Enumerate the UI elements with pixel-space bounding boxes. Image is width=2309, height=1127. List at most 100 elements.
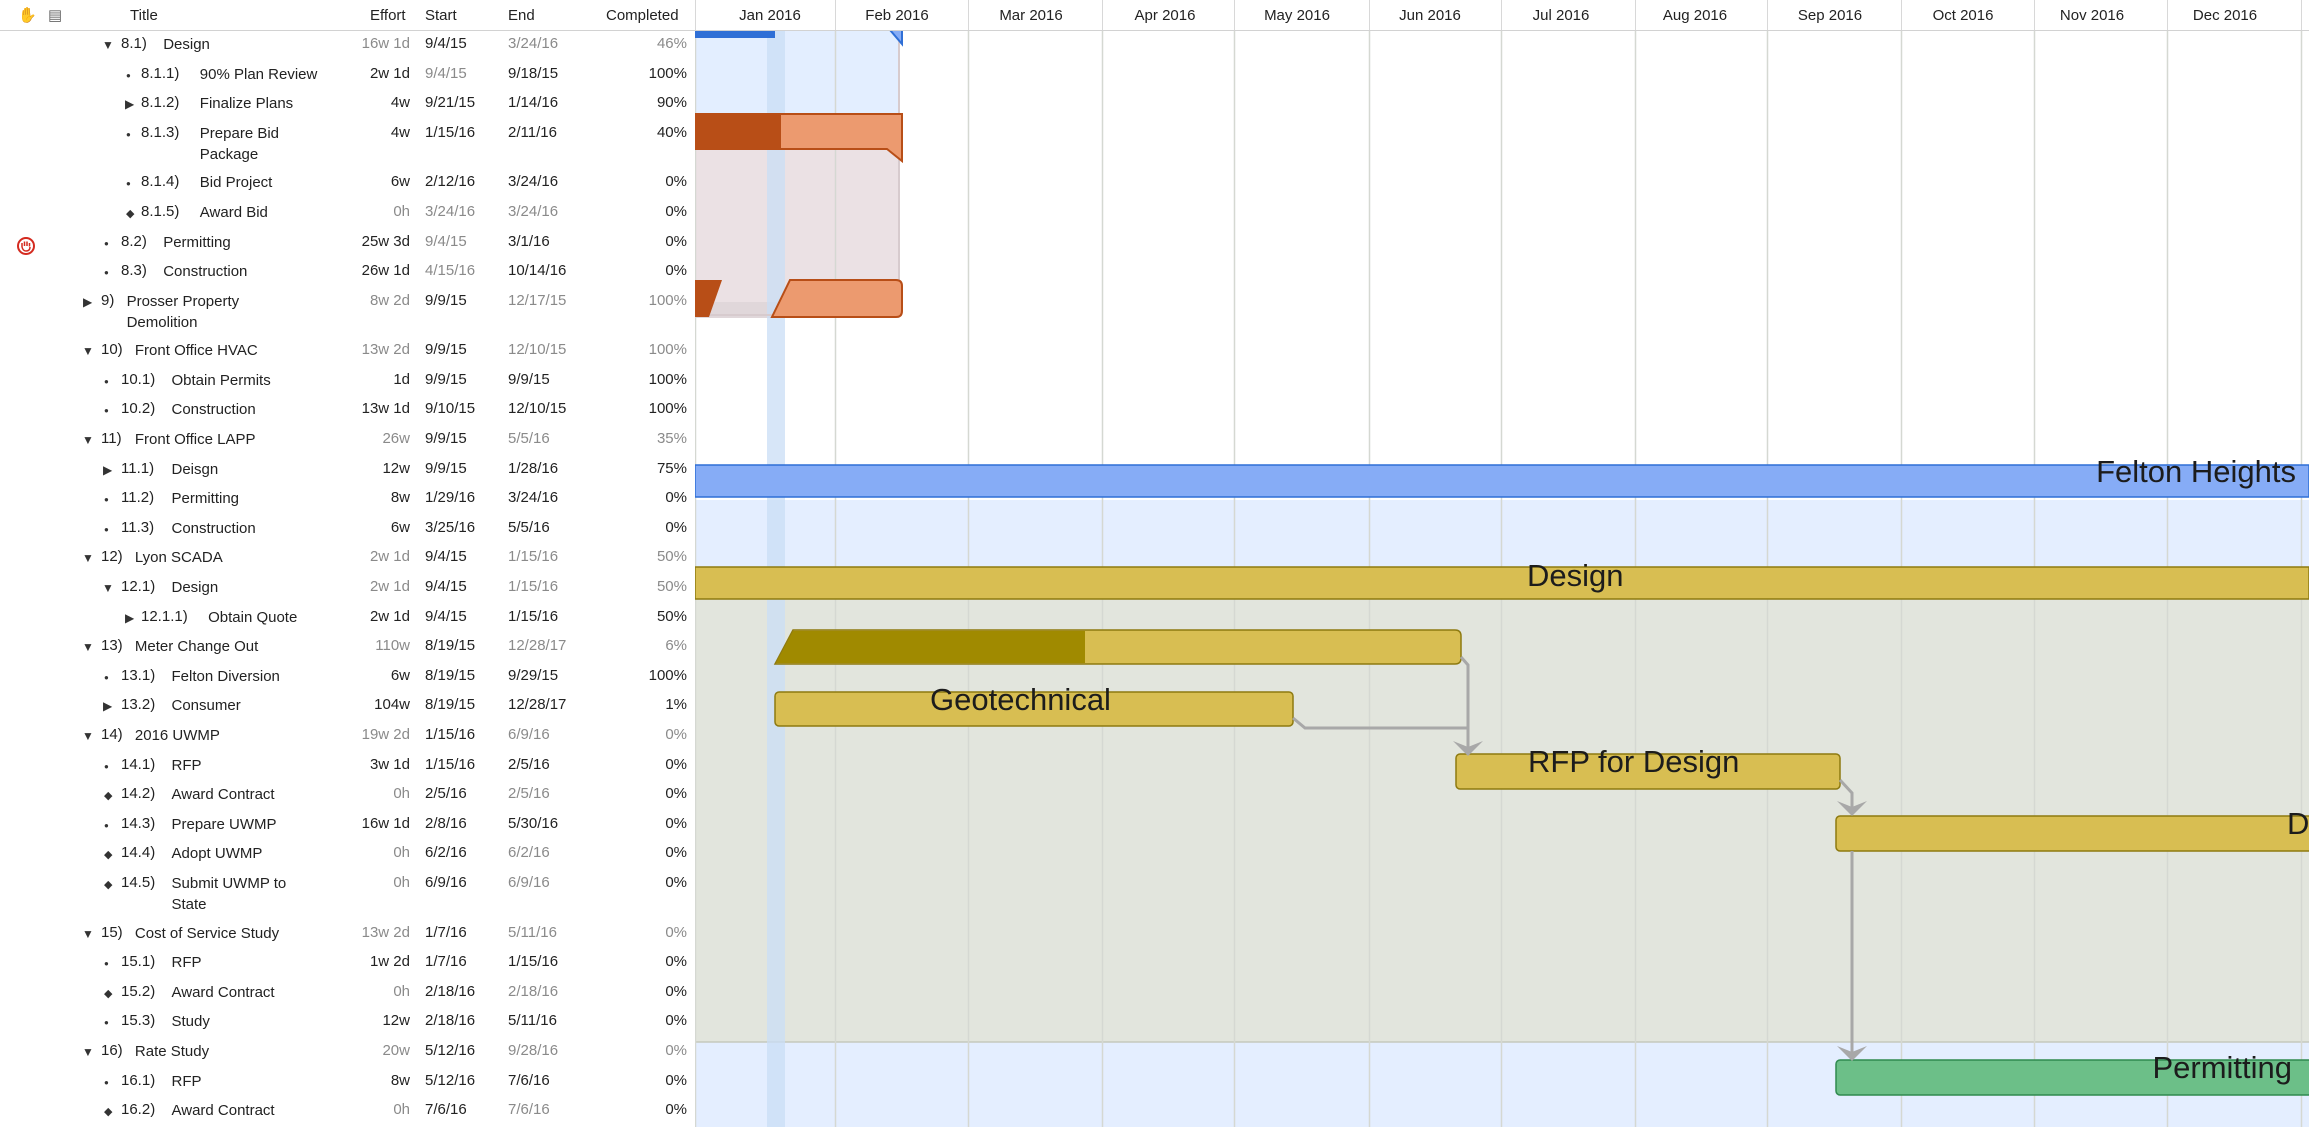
completed-cell[interactable]: 0% bbox=[607, 1042, 687, 1059]
start-cell[interactable]: 9/9/15 bbox=[425, 292, 467, 309]
effort-cell[interactable]: 26w bbox=[330, 430, 410, 447]
task-title[interactable]: Design bbox=[163, 35, 210, 55]
start-cell[interactable]: 9/4/15 bbox=[425, 548, 467, 565]
start-cell[interactable]: 2/8/16 bbox=[425, 815, 467, 832]
outline-row[interactable]: ▼ 16) Rate Study 20w 5/12/16 9/28/16 0% bbox=[0, 1037, 695, 1067]
expand-toggle-icon[interactable]: ▼ bbox=[82, 729, 94, 743]
end-cell[interactable]: 12/28/17 bbox=[508, 696, 566, 713]
collapse-toggle-icon[interactable]: ▶ bbox=[125, 611, 134, 625]
effort-cell[interactable]: 4w bbox=[330, 124, 410, 141]
completed-cell[interactable]: 0% bbox=[607, 233, 687, 250]
start-cell[interactable]: 1/15/16 bbox=[425, 726, 475, 743]
effort-cell[interactable]: 16w 1d bbox=[330, 815, 410, 832]
task-title[interactable]: Meter Change Out bbox=[135, 637, 258, 657]
completed-cell[interactable]: 0% bbox=[607, 844, 687, 861]
end-cell[interactable]: 7/6/16 bbox=[508, 1072, 550, 1089]
outline-row[interactable]: ◆ 14.4) Adopt UWMP 0h 6/2/16 6/2/16 0% bbox=[0, 839, 695, 869]
completed-cell[interactable]: 35% bbox=[607, 430, 687, 447]
completed-cell[interactable]: 0% bbox=[607, 262, 687, 279]
task-title[interactable]: Design bbox=[172, 578, 219, 598]
task-title[interactable]: Construction bbox=[163, 262, 247, 282]
outline-row[interactable]: ▼ 8.1) Design 16w 1d 9/4/15 3/24/16 46% bbox=[0, 30, 695, 60]
effort-cell[interactable]: 12w bbox=[330, 1012, 410, 1029]
column-header-end[interactable]: End bbox=[508, 7, 535, 24]
start-cell[interactable]: 2/12/16 bbox=[425, 173, 475, 190]
task-title[interactable]: Obtain Permits bbox=[172, 371, 271, 391]
task-title[interactable]: Construction bbox=[172, 400, 256, 420]
task-title[interactable]: Rate Study bbox=[135, 1042, 209, 1062]
outline-row[interactable]: ● 14.1) RFP 3w 1d 1/15/16 2/5/16 0% bbox=[0, 751, 695, 781]
outline-row[interactable]: ● 15.3) Study 12w 2/18/16 5/11/16 0% bbox=[0, 1007, 695, 1037]
collapse-toggle-icon[interactable]: ▶ bbox=[83, 295, 92, 309]
outline-row[interactable]: ● 10.1) Obtain Permits 1d 9/9/15 9/9/15 100% bbox=[0, 366, 695, 396]
completed-cell[interactable]: 90% bbox=[607, 94, 687, 111]
start-cell[interactable]: 1/15/16 bbox=[425, 756, 475, 773]
completed-cell[interactable]: 100% bbox=[607, 667, 687, 684]
end-cell[interactable]: 5/11/16 bbox=[508, 924, 557, 941]
start-cell[interactable]: 3/24/16 bbox=[425, 203, 475, 220]
completed-cell[interactable]: 0% bbox=[607, 173, 687, 190]
effort-cell[interactable]: 2w 1d bbox=[330, 548, 410, 565]
task-title[interactable]: Award Bid bbox=[200, 203, 268, 223]
start-cell[interactable]: 5/12/16 bbox=[425, 1072, 475, 1089]
task-title[interactable]: Award Contract bbox=[172, 785, 275, 805]
completed-cell[interactable]: 50% bbox=[607, 578, 687, 595]
task-title[interactable]: Felton Diversion bbox=[172, 667, 280, 687]
end-cell[interactable]: 9/9/15 bbox=[508, 371, 550, 388]
outline-row[interactable]: ▼ 14) 2016 UWMP 19w 2d 1/15/16 6/9/16 0% bbox=[0, 721, 695, 751]
completed-cell[interactable]: 6% bbox=[607, 637, 687, 654]
collapse-toggle-icon[interactable]: ▶ bbox=[103, 463, 112, 477]
task-title[interactable]: Consumer bbox=[172, 696, 241, 716]
end-cell[interactable]: 1/15/16 bbox=[508, 953, 558, 970]
column-header-effort[interactable]: Effort bbox=[370, 7, 406, 24]
start-cell[interactable]: 4/15/16 bbox=[425, 262, 475, 279]
bar-felton-design[interactable] bbox=[695, 566, 2309, 600]
collapse-toggle-icon[interactable]: ▶ bbox=[125, 97, 134, 111]
end-cell[interactable]: 12/10/15 bbox=[508, 400, 566, 417]
effort-cell[interactable]: 6w bbox=[330, 667, 410, 684]
start-cell[interactable]: 9/4/15 bbox=[425, 233, 467, 250]
completed-cell[interactable]: 46% bbox=[607, 35, 687, 52]
outline-row[interactable]: ● 8.1.1) 90% Plan Review 2w 1d 9/4/15 9/18/15… bbox=[0, 60, 695, 90]
effort-cell[interactable]: 2w 1d bbox=[330, 608, 410, 625]
effort-cell[interactable]: 0h bbox=[330, 203, 410, 220]
task-title[interactable]: Deisgn bbox=[172, 460, 219, 480]
end-cell[interactable]: 6/2/16 bbox=[508, 844, 550, 861]
end-cell[interactable]: 3/24/16 bbox=[508, 173, 558, 190]
outline-row[interactable]: ● 11.2) Permitting 8w 1/29/16 3/24/16 0% bbox=[0, 484, 695, 514]
expand-toggle-icon[interactable]: ▼ bbox=[102, 581, 114, 595]
end-cell[interactable]: 9/28/16 bbox=[508, 1042, 558, 1059]
end-cell[interactable]: 5/5/16 bbox=[508, 519, 550, 536]
outline-row[interactable]: ▶ 9) Prosser Property Demolition 8w 2d 9/9/15… bbox=[0, 287, 695, 337]
start-cell[interactable]: 9/4/15 bbox=[425, 35, 467, 52]
effort-cell[interactable]: 0h bbox=[330, 1101, 410, 1118]
task-title[interactable]: Permitting bbox=[163, 233, 231, 253]
expand-toggle-icon[interactable]: ▼ bbox=[82, 433, 94, 447]
start-cell[interactable]: 2/18/16 bbox=[425, 983, 475, 1000]
completed-cell[interactable]: 0% bbox=[607, 1012, 687, 1029]
effort-cell[interactable]: 104w bbox=[330, 696, 410, 713]
expand-toggle-icon[interactable]: ▼ bbox=[82, 1045, 94, 1059]
end-cell[interactable]: 9/29/15 bbox=[508, 667, 558, 684]
end-cell[interactable]: 6/9/16 bbox=[508, 874, 550, 891]
task-title[interactable]: 90% Plan Review bbox=[200, 65, 318, 85]
outline-row[interactable]: ◆ 14.2) Award Contract 0h 2/5/16 2/5/16 0% bbox=[0, 780, 695, 810]
completed-cell[interactable]: 0% bbox=[607, 924, 687, 941]
completed-cell[interactable]: 0% bbox=[607, 815, 687, 832]
note-column-icon[interactable]: ▤ bbox=[48, 6, 62, 24]
effort-cell[interactable]: 13w 2d bbox=[330, 341, 410, 358]
start-cell[interactable]: 9/4/15 bbox=[425, 608, 467, 625]
end-cell[interactable]: 1/15/16 bbox=[508, 578, 558, 595]
effort-cell[interactable]: 13w 2d bbox=[330, 924, 410, 941]
completed-cell[interactable]: 0% bbox=[607, 983, 687, 1000]
start-cell[interactable]: 1/7/16 bbox=[425, 924, 467, 941]
outline-row[interactable]: ▼ 11) Front Office LAPP 26w 9/9/15 5/5/16 35% bbox=[0, 425, 695, 455]
start-cell[interactable]: 6/2/16 bbox=[425, 844, 467, 861]
effort-cell[interactable]: 20w bbox=[330, 1042, 410, 1059]
start-cell[interactable]: 1/29/16 bbox=[425, 489, 475, 506]
expand-toggle-icon[interactable]: ▼ bbox=[102, 38, 114, 52]
task-title[interactable]: Submit UWMP to bbox=[172, 874, 287, 894]
effort-cell[interactable]: 3w 1d bbox=[330, 756, 410, 773]
outline-row[interactable]: ◆ 8.1.5) Award Bid 0h 3/24/16 3/24/16 0% bbox=[0, 198, 695, 228]
end-cell[interactable]: 1/15/16 bbox=[508, 608, 558, 625]
